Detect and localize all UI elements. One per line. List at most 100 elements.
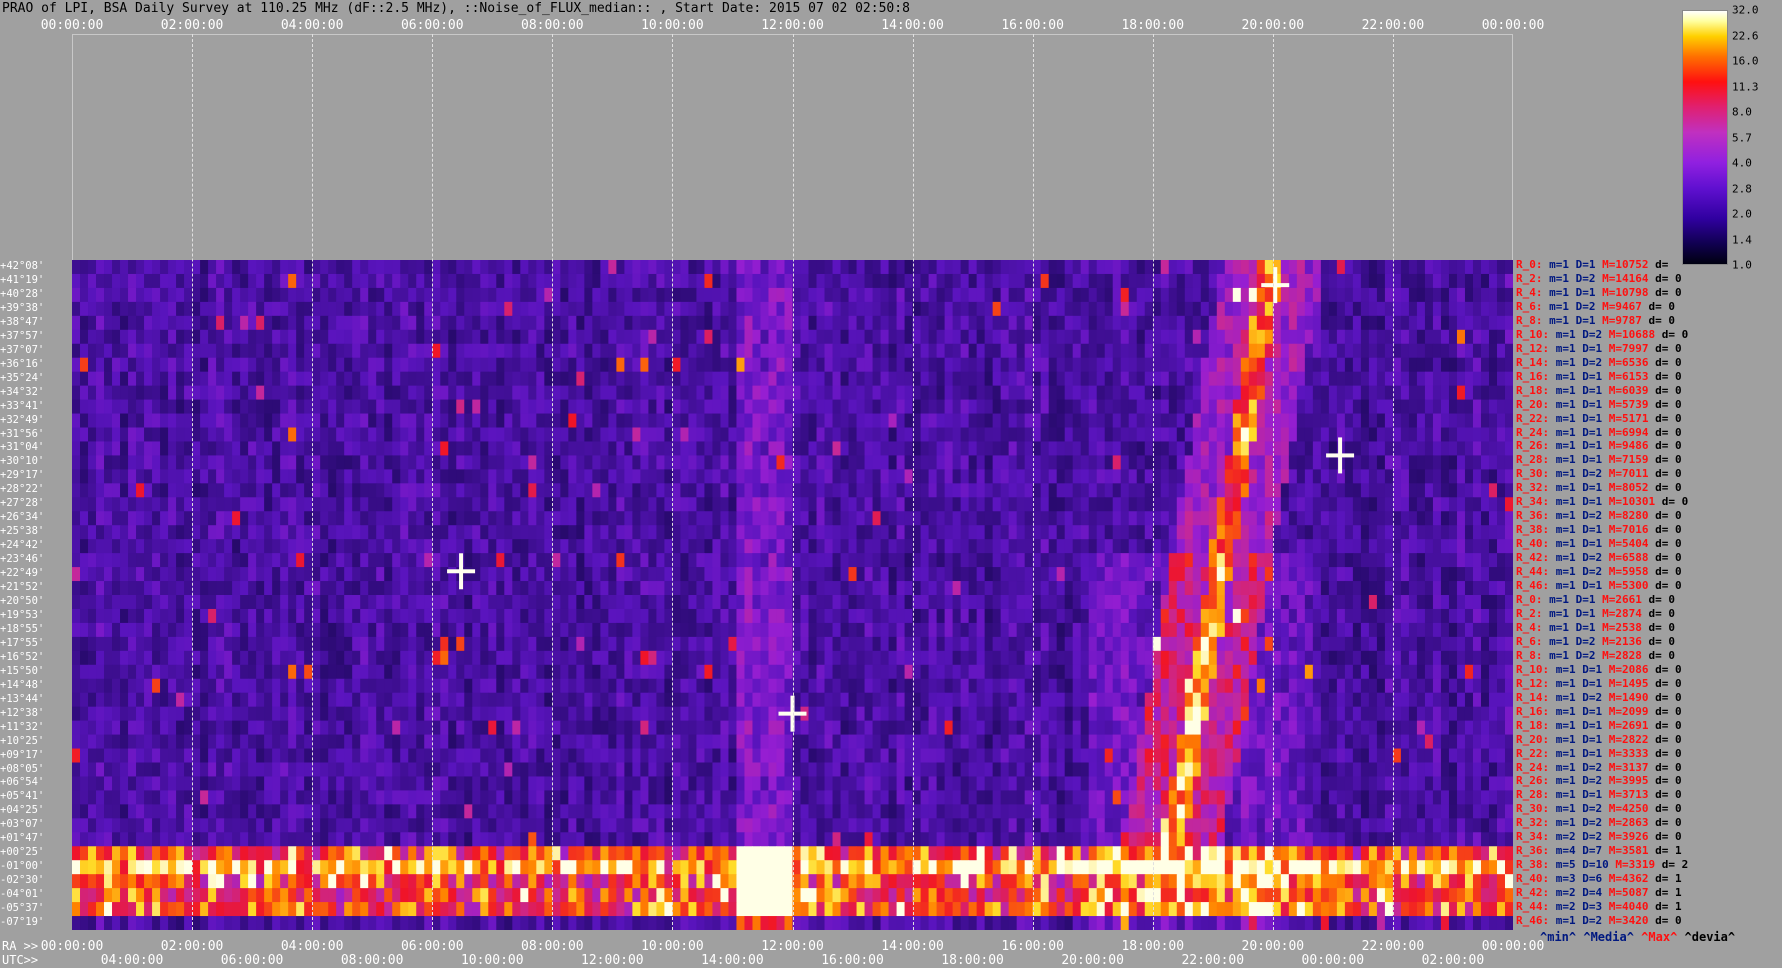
heatmap-cell: [368, 329, 377, 345]
heatmap-cell: [336, 413, 345, 428]
heatmap-cell: [672, 273, 681, 289]
heatmap-cell: [976, 608, 986, 624]
heatmap-cell: [248, 399, 257, 415]
heatmap-cell: [1152, 483, 1162, 498]
heatmap-cell: [952, 441, 962, 456]
heatmap-cell: [1296, 511, 1306, 526]
heatmap-cell: [256, 567, 265, 582]
heatmap-cell: [656, 497, 665, 512]
heatmap-cell: [688, 329, 697, 345]
heatmap-cell: [672, 287, 681, 303]
heatmap-cell: [1504, 427, 1513, 442]
heatmap-cell: [104, 483, 113, 498]
heatmap-cell: [1360, 567, 1370, 582]
heatmap-cell: [264, 497, 273, 512]
heatmap-cell: [576, 511, 585, 526]
heatmap-cell: [600, 581, 609, 596]
heatmap-cell: [176, 371, 185, 387]
heatmap-cell: [1224, 581, 1234, 596]
heatmap-cell: [616, 511, 625, 526]
heatmap-cell: [936, 636, 946, 652]
heatmap-cell: [648, 427, 657, 442]
heatmap-cell: [1040, 553, 1050, 568]
heatmap-cell: [896, 343, 906, 359]
heatmap-cell: [376, 622, 385, 638]
heatmap-cell: [1032, 413, 1042, 428]
heatmap-cell: [1176, 511, 1186, 526]
heatmap-cell: [584, 483, 593, 498]
heatmap-cell: [888, 287, 898, 303]
heatmap-cell: [600, 260, 609, 275]
heatmap-cell: [232, 413, 241, 428]
heatmap-cell: [736, 567, 745, 582]
heatmap-cell: [72, 287, 81, 303]
heatmap-cell: [336, 427, 345, 442]
heatmap-cell: [744, 511, 753, 526]
heatmap-cell: [272, 553, 281, 568]
heatmap-cell: [224, 469, 233, 484]
heatmap-cell: [712, 343, 721, 359]
heatmap-cell: [944, 595, 954, 610]
heatmap-cell: [136, 636, 145, 652]
heatmap-cell: [152, 595, 161, 610]
heatmap-cell: [1432, 511, 1442, 526]
heatmap-cell: [984, 260, 994, 275]
heatmap-cell: [816, 315, 826, 331]
heatmap-cell: [1376, 595, 1386, 610]
heatmap-cell: [192, 581, 201, 596]
heatmap-cell: [344, 329, 353, 345]
heatmap-cell: [384, 608, 393, 624]
heatmap-cell: [1272, 497, 1282, 512]
heatmap-cell: [912, 441, 922, 456]
heatmap-cell: [392, 608, 401, 624]
heatmap-cell: [1304, 413, 1314, 428]
heatmap-cell: [736, 469, 745, 484]
heatmap-cell: [568, 357, 577, 373]
heatmap-cell: [1416, 483, 1426, 498]
heatmap-cell: [728, 441, 737, 456]
heatmap-cell: [232, 329, 241, 345]
heatmap-cell: [440, 413, 449, 428]
heatmap-cell: [584, 608, 593, 624]
heatmap-cell: [512, 497, 521, 512]
heatmap-cell: [560, 455, 569, 470]
heatmap-cell: [976, 273, 986, 289]
heatmap-cell: [624, 399, 633, 415]
heatmap-cell: [648, 525, 657, 540]
heatmap-cell: [624, 567, 633, 582]
heatmap-cell: [96, 273, 105, 289]
heatmap-cell: [864, 343, 874, 359]
heatmap-cell: [640, 413, 649, 428]
heatmap-cell: [880, 315, 890, 331]
heatmap-cell: [192, 399, 201, 415]
heatmap-cell: [552, 469, 561, 484]
heatmap-cell: [888, 511, 898, 526]
heatmap-cell: [496, 553, 505, 568]
heatmap-cell: [208, 497, 217, 512]
heatmap-cell: [120, 441, 129, 456]
heatmap-cell: [800, 385, 810, 401]
heatmap-cell: [1216, 608, 1226, 624]
heatmap-cell: [1320, 329, 1330, 345]
heatmap-cell: [640, 581, 649, 596]
heatmap-cell: [232, 553, 241, 568]
heatmap-cell: [568, 413, 577, 428]
heatmap-cell: [1000, 636, 1010, 652]
heatmap-cell: [952, 567, 962, 582]
heatmap-cell: [728, 553, 737, 568]
heatmap-cell: [872, 357, 882, 373]
heatmap-cell: [1336, 287, 1346, 303]
heatmap-cell: [208, 287, 217, 303]
heatmap-cell: [168, 567, 177, 582]
heatmap-cell: [392, 553, 401, 568]
heatmap-cell: [1088, 343, 1098, 359]
heatmap-cell: [712, 385, 721, 401]
heatmap-cell: [168, 455, 177, 470]
heatmap-cell: [800, 511, 810, 526]
heatmap-cell: [704, 469, 713, 484]
heatmap-cell: [1504, 301, 1513, 317]
heatmap-cell: [1160, 343, 1170, 359]
heatmap-cell: [192, 273, 201, 289]
heatmap-cell: [1344, 315, 1354, 331]
heatmap-cell: [672, 315, 681, 331]
